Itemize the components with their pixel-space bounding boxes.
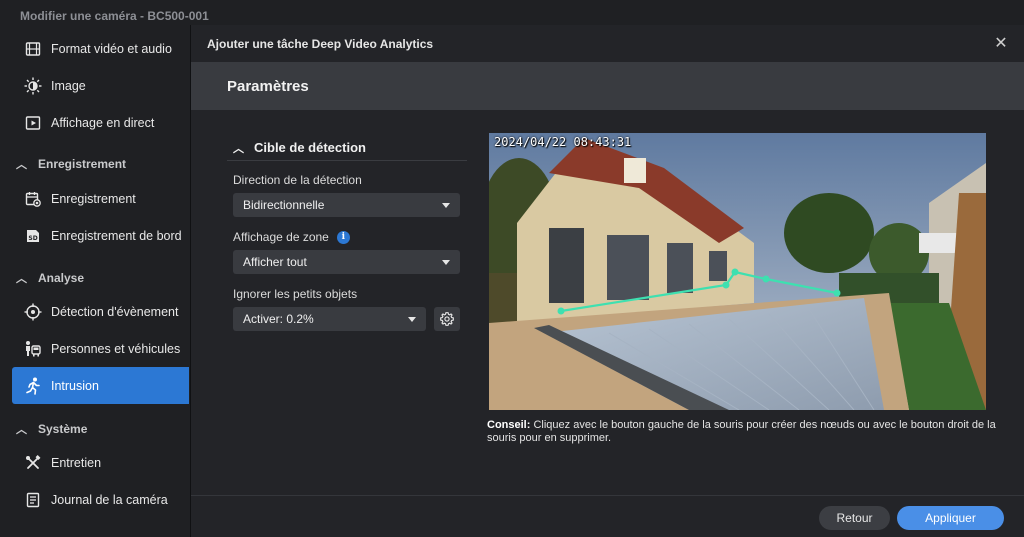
sidebar: Format vidéo et audio Image Affichage en… xyxy=(0,30,190,537)
section-system[interactable]: ︿ Système xyxy=(16,417,87,441)
sidebar-item-recording[interactable]: Enregistrement xyxy=(12,180,189,217)
chevron-up-icon: ︿ xyxy=(16,273,27,285)
zone-display-select[interactable]: Afficher tout xyxy=(233,250,460,274)
preview-timestamp: 2024/04/22 08:43:31 xyxy=(494,135,632,149)
crosshair-icon xyxy=(24,303,42,321)
camera-snapshot xyxy=(489,133,986,410)
section-analysis[interactable]: ︿ Analyse xyxy=(16,266,84,290)
sidebar-item-image[interactable]: Image xyxy=(12,67,189,104)
section-recording[interactable]: ︿ Enregistrement xyxy=(16,152,126,176)
play-square-icon xyxy=(24,114,42,132)
sidebar-item-edge-recording[interactable]: SD Enregistrement de bord xyxy=(12,217,189,254)
dva-task-dialog: Ajouter une tâche Deep Video Analytics ✕… xyxy=(190,25,1024,537)
small-objects-value: Activer: 0.2% xyxy=(243,312,314,326)
dialog-footer: Retour Appliquer xyxy=(191,495,1024,537)
section-label: Analyse xyxy=(38,271,85,285)
sidebar-item-label: Affichage en direct xyxy=(51,115,155,130)
running-person-icon xyxy=(24,377,42,395)
log-icon xyxy=(24,491,42,509)
small-objects-settings-button[interactable] xyxy=(434,307,460,331)
sidebar-item-label: Format vidéo et audio xyxy=(51,41,172,56)
gear-icon xyxy=(440,312,454,326)
sidebar-item-label: Intrusion xyxy=(51,378,99,393)
section-title: Paramètres xyxy=(191,62,1024,110)
hint-body: Cliquez avec le bouton gauche de la sour… xyxy=(487,419,996,444)
close-icon[interactable]: ✕ xyxy=(992,34,1010,52)
chevron-up-icon: ︿ xyxy=(233,142,244,155)
brightness-icon xyxy=(24,77,42,95)
sidebar-item-maintenance[interactable]: Entretien xyxy=(12,444,189,481)
small-objects-label: Ignorer les petits objets xyxy=(233,287,358,301)
section-label: Enregistrement xyxy=(38,157,127,171)
sidebar-item-video-audio[interactable]: Format vidéo et audio xyxy=(12,30,189,67)
caret-down-icon xyxy=(442,203,450,208)
film-icon xyxy=(24,40,42,58)
sidebar-item-label: Enregistrement de bord xyxy=(51,228,182,243)
caret-down-icon xyxy=(408,317,416,322)
zone-display-label-text: Affichage de zone xyxy=(233,230,329,244)
person-vehicle-icon xyxy=(24,340,42,358)
hint-text: Conseil: Cliquez avec le bouton gauche d… xyxy=(487,419,997,445)
sidebar-item-label: Personnes et véhicules xyxy=(51,341,181,356)
dialog-title: Ajouter une tâche Deep Video Analytics xyxy=(191,25,1024,62)
small-objects-select[interactable]: Activer: 0.2% xyxy=(233,307,426,331)
info-icon[interactable]: i xyxy=(336,230,350,244)
chevron-up-icon: ︿ xyxy=(16,159,27,171)
sidebar-item-label: Journal de la caméra xyxy=(51,492,168,507)
sidebar-item-label: Image xyxy=(51,78,86,93)
svg-text:SD: SD xyxy=(28,235,37,242)
sidebar-item-live-view[interactable]: Affichage en direct xyxy=(12,104,189,141)
caret-down-icon xyxy=(442,260,450,265)
sidebar-item-label: Entretien xyxy=(51,455,102,470)
tools-icon xyxy=(24,454,42,472)
apply-button[interactable]: Appliquer xyxy=(897,506,1004,530)
camera-preview[interactable]: 2024/04/22 08:43:31 xyxy=(489,133,986,410)
sidebar-item-label: Détection d'évènement xyxy=(51,304,179,319)
sidebar-item-event-detection[interactable]: Détection d'évènement xyxy=(12,293,189,330)
sidebar-item-label: Enregistrement xyxy=(51,191,136,206)
direction-select[interactable]: Bidirectionnelle xyxy=(233,193,460,217)
zone-display-value: Afficher tout xyxy=(243,255,307,269)
zone-display-label: Affichage de zone i xyxy=(233,230,350,244)
panel-title-label: Cible de détection xyxy=(254,140,366,155)
sd-card-icon: SD xyxy=(24,227,42,245)
sidebar-item-people-vehicles[interactable]: Personnes et véhicules xyxy=(12,330,189,367)
direction-label: Direction de la détection xyxy=(233,173,362,187)
back-button[interactable]: Retour xyxy=(819,506,890,530)
sidebar-item-intrusion[interactable]: Intrusion xyxy=(12,367,189,404)
section-label: Système xyxy=(38,422,88,436)
calendar-record-icon xyxy=(24,190,42,208)
sidebar-item-camera-log[interactable]: Journal de la caméra xyxy=(12,481,189,518)
direction-value: Bidirectionnelle xyxy=(243,198,325,212)
hint-prefix: Conseil: xyxy=(487,419,531,431)
detection-target-header[interactable]: ︿ Cible de détection xyxy=(227,135,467,161)
chevron-up-icon: ︿ xyxy=(16,424,27,436)
